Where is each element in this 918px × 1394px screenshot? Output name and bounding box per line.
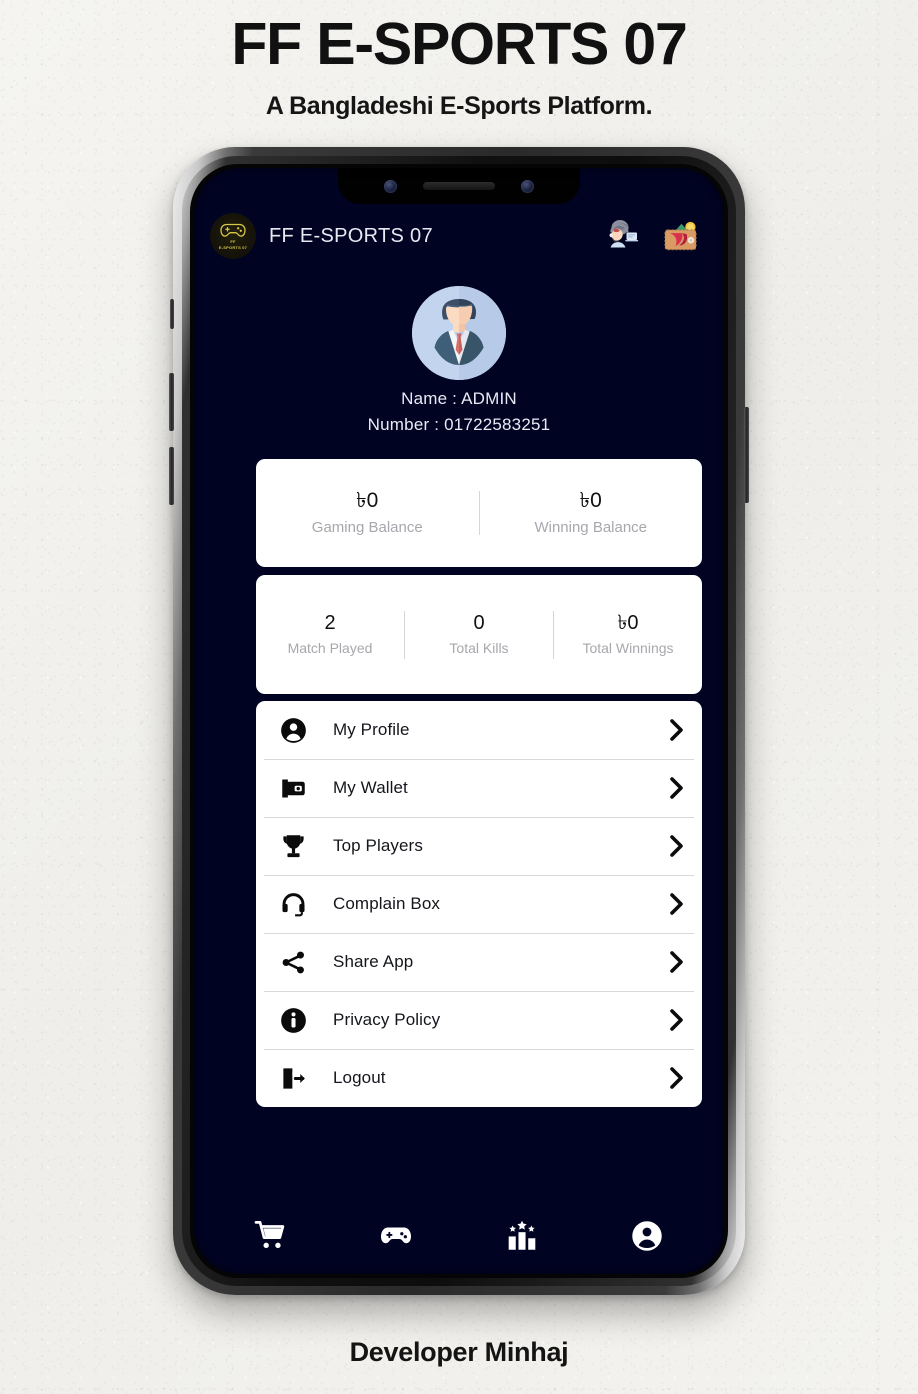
info-circle-icon — [278, 1007, 308, 1034]
chevron-right-icon — [662, 835, 684, 857]
phone-screen: FF E-SPORTS 07 FF E-SPORTS 07 Name: ADM… — [194, 168, 724, 1274]
menu-label: My Profile — [333, 720, 410, 739]
gaming-balance-label: Gaming Balance — [311, 518, 423, 536]
wallet-icon[interactable] — [662, 220, 700, 252]
poster-header: FF E-SPORTS 07 A Bangladeshi E-Sports Pl… — [0, 0, 918, 121]
app-bar: FF E-SPORTS 07 FF E-SPORTS 07 — [194, 210, 724, 262]
chevron-right-icon — [662, 719, 684, 741]
gamepad-icon — [381, 1227, 412, 1244]
nav-item-ranking[interactable] — [459, 1219, 585, 1253]
trophy-icon — [278, 833, 308, 860]
page-subtitle: A Bangladeshi E-Sports Platform. — [265, 91, 653, 120]
menu-card: My Profile My Wallet Top Players Complai… — [256, 701, 702, 1107]
winning-balance-cell: ৳0 Winning Balance — [480, 489, 703, 536]
bottom-navigation — [194, 1216, 724, 1274]
menu-label: Complain Box — [333, 894, 441, 913]
menu-item-complain-box[interactable]: Complain Box — [256, 875, 702, 933]
menu-item-top-players[interactable]: Top Players — [256, 817, 702, 875]
support-agent-icon[interactable] — [604, 218, 640, 254]
chevron-right-icon — [662, 951, 684, 973]
menu-item-logout[interactable]: Logout — [256, 1049, 702, 1107]
match-played-label: Match Played — [287, 640, 373, 657]
gamepad-logo-icon[interactable]: FF E-SPORTS 07 — [210, 213, 256, 259]
menu-item-my-wallet[interactable]: My Wallet — [256, 759, 702, 817]
page-title: FF E-SPORTS 07 — [231, 11, 687, 77]
total-kills-cell: 0 Total Kills — [405, 612, 553, 657]
logo-mark-text: FF — [230, 238, 236, 244]
chevron-right-icon — [662, 1067, 684, 1089]
profile-name: Name : ADMIN — [401, 389, 517, 408]
chevron-right-icon — [662, 1009, 684, 1031]
match-played-value: 2 — [324, 612, 336, 635]
power-button[interactable] — [744, 407, 749, 503]
app-bar-actions — [604, 218, 700, 254]
app-bar-title: FF E-SPORTS 07 — [269, 224, 433, 247]
volume-up-button[interactable] — [169, 373, 174, 431]
phone-inner-frame: FF E-SPORTS 07 FF E-SPORTS 07 Name: ADM… — [182, 156, 736, 1286]
menu-label: Top Players — [333, 836, 423, 855]
front-camera-icon — [384, 179, 397, 193]
total-kills-value: 0 — [473, 612, 485, 635]
wallet-icon — [278, 775, 308, 802]
phone-mockup: FF E-SPORTS 07 FF E-SPORTS 07 Name: ADM… — [169, 147, 749, 1295]
logo-caption-text: E-SPORTS 07 — [218, 244, 248, 250]
menu-label: Share App — [333, 952, 414, 971]
gaming-balance-cell: ৳0 Gaming Balance — [256, 489, 479, 536]
share-icon — [278, 949, 308, 976]
nav-item-play[interactable] — [334, 1219, 460, 1253]
gamepad-logo-glyph — [220, 223, 246, 237]
headset-icon — [278, 891, 308, 918]
winning-balance-label: Winning Balance — [534, 518, 648, 536]
leaderboard-icon — [508, 1220, 536, 1250]
person-circle-icon — [278, 717, 308, 744]
phone-notch — [338, 168, 580, 204]
total-kills-label: Total Kills — [449, 640, 509, 657]
sensor-icon — [521, 179, 534, 193]
total-winnings-value: ৳0 — [617, 612, 639, 635]
poster-footer: Developer Minhaj — [349, 1337, 569, 1367]
avatar-illustration — [412, 286, 506, 380]
silent-switch[interactable] — [170, 299, 174, 329]
nav-item-shop[interactable] — [208, 1219, 334, 1253]
menu-item-share-app[interactable]: Share App — [256, 933, 702, 991]
balance-card: ৳0 Gaming Balance ৳0 Winning Balance — [256, 459, 702, 567]
match-played-cell: 2 Match Played — [256, 612, 404, 657]
logout-icon — [278, 1065, 308, 1092]
chevron-right-icon — [662, 777, 684, 799]
menu-label: Privacy Policy — [333, 1010, 441, 1029]
profile-number: Number : 01722583251 — [367, 415, 551, 434]
account-icon — [632, 1221, 662, 1251]
phone-bezel: FF E-SPORTS 07 FF E-SPORTS 07 Name: ADM… — [190, 164, 728, 1278]
earpiece-speaker — [423, 182, 495, 190]
menu-label: Logout — [333, 1068, 386, 1087]
winning-balance-value: ৳0 — [579, 489, 602, 513]
chevron-right-icon — [662, 893, 684, 915]
stats-card: 2 Match Played 0 Total Kills ৳0 Total Wi… — [256, 575, 702, 694]
profile-section: Name : ADMIN Number : 01722583251 — [194, 286, 724, 435]
nav-item-account[interactable] — [585, 1219, 711, 1253]
total-winnings-cell: ৳0 Total Winnings — [554, 612, 702, 657]
menu-item-privacy-policy[interactable]: Privacy Policy — [256, 991, 702, 1049]
menu-item-my-profile[interactable]: My Profile — [256, 701, 702, 759]
menu-label: My Wallet — [333, 778, 408, 797]
shop-cart-icon — [254, 1221, 284, 1249]
gaming-balance-value: ৳0 — [356, 489, 379, 513]
total-winnings-label: Total Winnings — [582, 640, 674, 657]
user-avatar[interactable] — [412, 286, 506, 380]
volume-down-button[interactable] — [169, 447, 174, 505]
